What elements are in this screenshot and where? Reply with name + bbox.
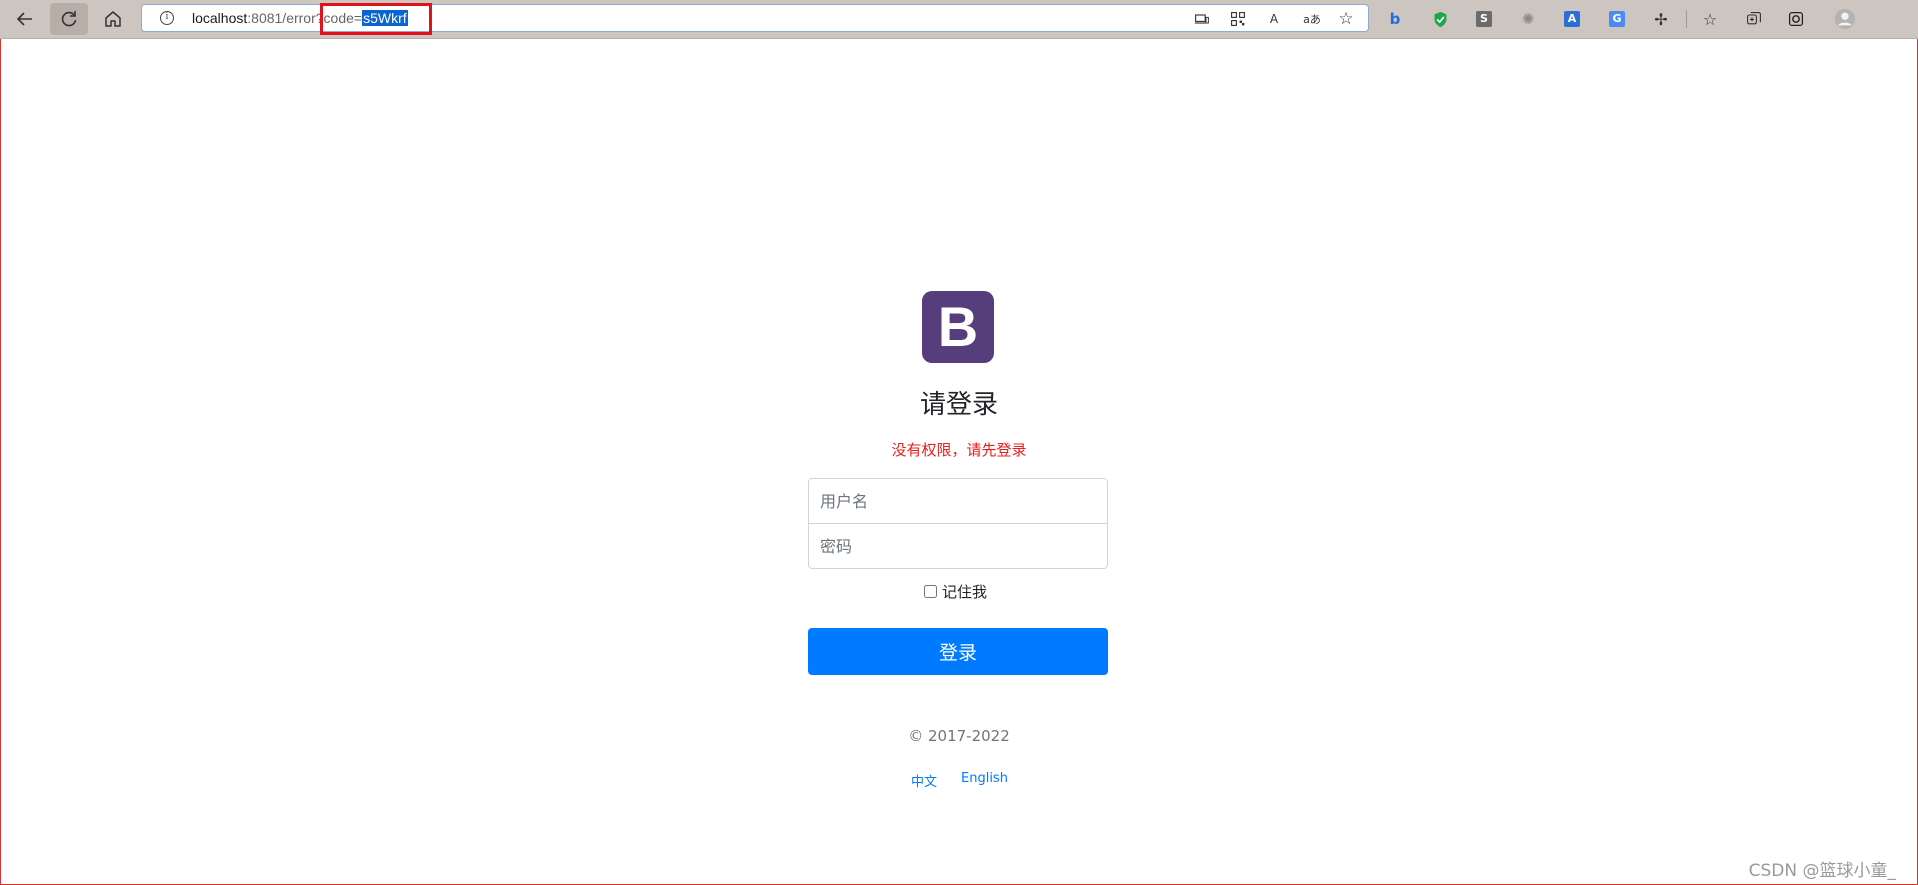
gear-extension-glyph: ✺ — [1521, 10, 1535, 28]
profile-icon[interactable] — [1833, 7, 1857, 31]
bootstrap-logo: B — [922, 291, 994, 363]
refresh-icon[interactable] — [50, 3, 88, 35]
password-input[interactable] — [808, 523, 1108, 569]
bing-glyph: b — [1389, 10, 1401, 28]
browser-toolbar: i localhost:8081/error?code=s5Wkrf A aあ … — [0, 0, 1918, 39]
translate-extension-glyph: A — [1564, 11, 1580, 27]
home-icon[interactable] — [94, 3, 132, 35]
extensions-puzzle-glyph: ✢ — [1654, 9, 1668, 29]
url-selected-text: s5Wkrf — [362, 10, 408, 26]
google-translate-glyph: G — [1609, 11, 1625, 27]
app-available-icon[interactable] — [1192, 9, 1212, 29]
qr-code-icon[interactable] — [1228, 9, 1248, 29]
shield-extension-icon[interactable] — [1430, 9, 1450, 29]
url-param: code= — [323, 10, 363, 26]
favorites-icon[interactable]: ☆ — [1700, 9, 1720, 29]
remember-me-checkbox[interactable] — [924, 584, 937, 598]
read-aloud-icon[interactable]: A — [1264, 9, 1284, 29]
username-input[interactable] — [808, 478, 1108, 524]
url-text[interactable]: localhost:8081/error?code=s5Wkrf — [192, 5, 408, 31]
edge-icon[interactable] — [1786, 9, 1806, 29]
page-title: 请登录 — [919, 390, 998, 420]
add-favorite-icon[interactable]: ☆ — [1336, 9, 1356, 29]
remember-me-label: 记住我 — [942, 582, 988, 601]
translate-extension-icon[interactable]: A — [1562, 9, 1582, 29]
collections-icon[interactable] — [1744, 9, 1764, 29]
back-icon[interactable] — [6, 3, 44, 35]
error-message: 没有权限，请先登录 — [891, 441, 1027, 459]
address-bar[interactable]: i localhost:8081/error?code=s5Wkrf A aあ … — [141, 4, 1369, 32]
toolbar-separator — [1686, 10, 1687, 28]
s-extension-icon[interactable]: S — [1474, 9, 1494, 29]
google-translate-icon[interactable]: G — [1607, 9, 1627, 29]
lang-link-chinese[interactable]: 中文 — [911, 771, 937, 790]
remember-me[interactable]: 记住我 — [924, 581, 987, 601]
extensions-puzzle-icon[interactable]: ✢ — [1651, 9, 1671, 29]
lang-link-english[interactable]: English — [961, 771, 1008, 786]
login-button[interactable]: 登录 — [808, 628, 1108, 675]
bing-icon[interactable]: b — [1385, 9, 1405, 29]
site-info-icon[interactable]: i — [160, 11, 174, 25]
url-path: :8081/error? — [247, 10, 324, 26]
gear-extension-icon[interactable]: ✺ — [1518, 9, 1538, 29]
url-host: localhost — [192, 10, 248, 26]
copyright: © 2017-2022 — [908, 727, 1010, 745]
translate-icon[interactable]: aあ — [1299, 9, 1325, 29]
csdn-watermark: CSDN @篮球小童_ — [1748, 861, 1896, 881]
s-extension-glyph: S — [1476, 11, 1492, 27]
